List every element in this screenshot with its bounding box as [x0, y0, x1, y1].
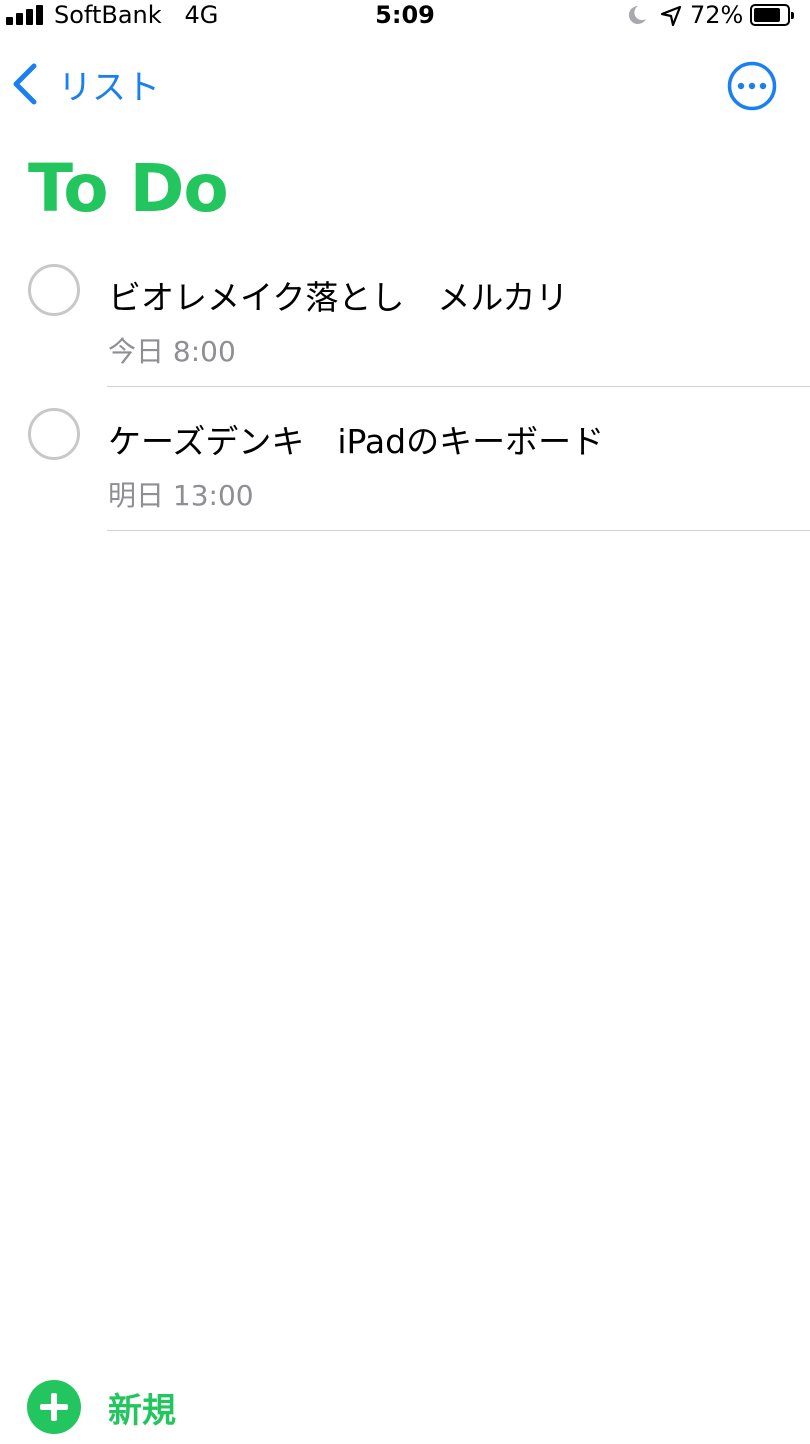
back-button[interactable]: リスト — [10, 58, 160, 110]
ellipsis-circle-icon[interactable] — [727, 61, 777, 111]
status-bar: SoftBank 4G 5:09 72% — [0, 0, 810, 32]
battery-fill — [754, 8, 780, 22]
battery-icon — [750, 4, 794, 26]
row-divider — [107, 529, 810, 531]
reminder-list: ビオレメイク落とし メルカリ 今日 8:00 ケーズデンキ iPadのキーボード… — [0, 243, 810, 531]
page-title: To Do — [28, 150, 229, 227]
reminder-row[interactable]: ビオレメイク落とし メルカリ 今日 8:00 — [0, 243, 810, 387]
moon-icon — [628, 5, 646, 24]
new-reminder-label: 新規 — [108, 1390, 176, 1431]
back-label: リスト — [58, 67, 160, 108]
completion-circle-icon[interactable] — [28, 408, 80, 460]
battery-nub — [791, 12, 794, 19]
location-arrow-icon — [660, 5, 682, 27]
reminder-title[interactable]: ケーズデンキ iPadのキーボード — [108, 415, 604, 463]
status-time: 5:09 — [375, 1, 435, 29]
reminder-due-date: 今日 8:00 — [108, 335, 236, 368]
new-reminder-button[interactable]: 新規 — [27, 1380, 176, 1434]
reminder-due-date: 明日 13:00 — [108, 479, 254, 512]
battery-percent: 72% — [690, 1, 744, 29]
reminder-row[interactable]: ケーズデンキ iPadのキーボード 明日 13:00 — [0, 387, 810, 531]
reminders-screen: SoftBank 4G 5:09 72% リスト To Do ビオレメイク落とし — [0, 0, 810, 1444]
completion-circle-icon[interactable] — [28, 264, 80, 316]
chevron-left-icon — [13, 63, 37, 105]
plus-circle-icon — [27, 1380, 81, 1434]
reminder-title[interactable]: ビオレメイク落とし メルカリ — [108, 271, 568, 319]
